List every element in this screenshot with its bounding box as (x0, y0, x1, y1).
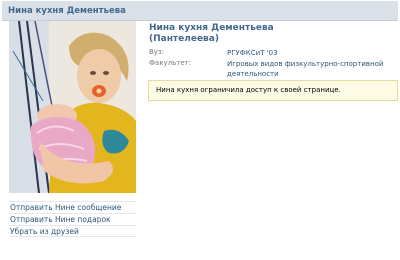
page-header: Нина кухня Дементьева (2, 1, 398, 21)
profile-name-line1: Нина кухня Дементьева (149, 23, 274, 33)
avatar-photo-image (9, 21, 136, 193)
send-gift-link[interactable]: Отправить Нине подарок (9, 213, 137, 225)
page-title: Нина кухня Дементьева (8, 6, 126, 16)
profile-info: Вуз: РГУФКСиТ '03 Факультет: Игровых вид… (149, 48, 394, 81)
profile-actions: Отправить Нине сообщение Отправить Нине … (9, 201, 137, 237)
notice-text: Нина кухня ограничила доступ к своей стр… (156, 86, 341, 94)
send-message-link[interactable]: Отправить Нине сообщение (9, 201, 137, 213)
remove-friend-link[interactable]: Убрать из друзей (9, 225, 137, 237)
profile-name-line2: (Пантелеева) (149, 34, 219, 44)
info-row-faculty: Факультет: Игровых видов физкультурно-сп… (149, 59, 394, 81)
access-restricted-notice: Нина кухня ограничила доступ к своей стр… (148, 80, 398, 101)
info-value-university[interactable]: РГУФКСиТ '03 (227, 48, 395, 58)
info-value-faculty[interactable]: Игровых видов физкультурно-спортивной де… (227, 59, 395, 79)
info-row-university: Вуз: РГУФКСиТ '03 (149, 48, 394, 59)
info-label-faculty: Факультет: (149, 59, 192, 67)
avatar[interactable] (9, 21, 136, 193)
info-label-university: Вуз: (149, 48, 165, 56)
profile-name: Нина кухня Дементьева (Пантелеева) (149, 23, 394, 45)
